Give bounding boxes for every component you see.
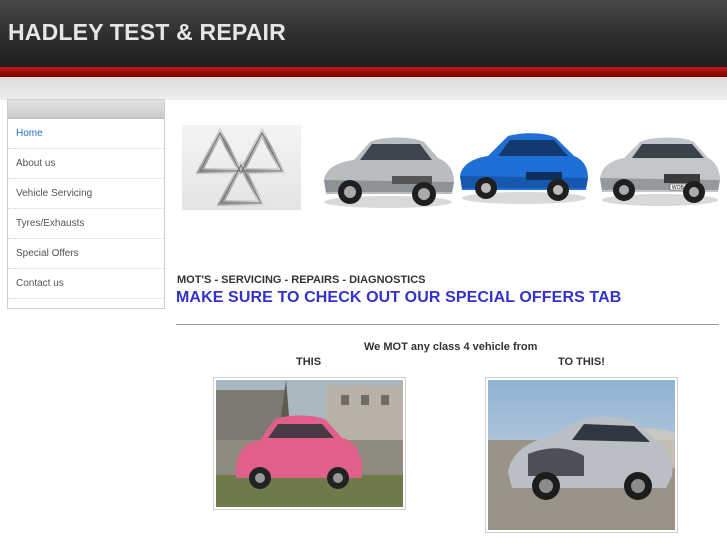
sidebar-item-tyres-exhausts[interactable]: Tyres/Exhausts [8,209,164,239]
site-header: HADLEY TEST & REPAIR [0,0,727,67]
sidebar-item-about-us[interactable]: About us [8,149,164,179]
sidebar-item-vehicle-servicing[interactable]: Vehicle Servicing [8,179,164,209]
silver-vw-image: WOB Y 688 [600,137,720,206]
sidebar-item-contact-us[interactable]: Contact us [8,269,164,299]
sidebar-nav: Home About us Vehicle Servicing Tyres/Ex… [7,99,165,309]
services-tagline: MOT'S - SERVICING - REPAIRS - DIAGNOSTIC… [177,274,426,286]
sidebar-item-home[interactable]: Home [8,119,164,149]
triangle-logo-icon [182,125,301,210]
pink-car-photo [213,377,406,510]
to-this-label: TO THIS! [558,356,605,368]
header-banner: WOB Y 688 [176,100,720,230]
header-accent-band [0,67,727,77]
mot-intro-text: We MOT any class 4 vehicle from [364,341,538,353]
blue-hatchback-image [460,133,588,204]
special-offers-heading: MAKE SURE TO CHECK OUT OUR SPECIAL OFFER… [176,289,622,306]
this-label: THIS [296,356,322,368]
header-grey-band [0,77,727,100]
sidebar-header [8,100,164,119]
supercar-photo [485,377,698,533]
site-title: HADLEY TEST & REPAIR [8,19,286,45]
sidebar-item-special-offers[interactable]: Special Offers [8,239,164,269]
content-divider [176,324,719,325]
silver-sedan-image [324,137,454,208]
